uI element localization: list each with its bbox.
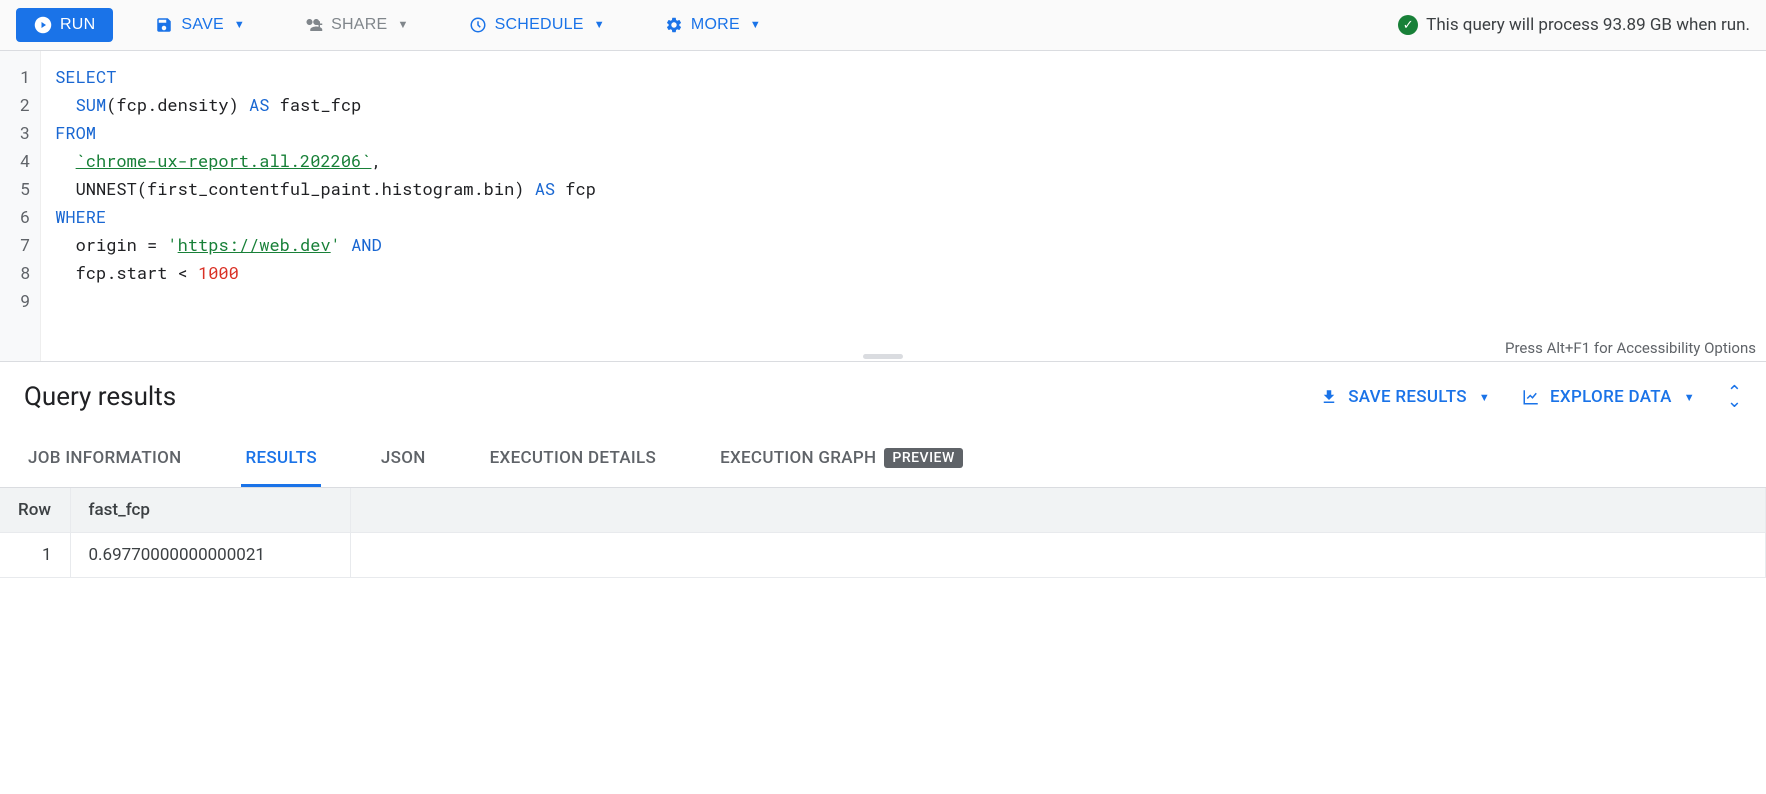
- results-header: Query results SAVE RESULTS ▼ EXPLORE DAT…: [0, 362, 1766, 432]
- save-label: SAVE: [181, 16, 224, 34]
- accessibility-hint: Press Alt+F1 for Accessibility Options: [1505, 339, 1756, 357]
- download-icon: [1320, 388, 1338, 406]
- tab-results[interactable]: RESULTS: [241, 432, 320, 487]
- expand-collapse-button[interactable]: ⌃ ⌄: [1727, 388, 1742, 406]
- header-row: Row: [0, 488, 70, 533]
- dropdown-icon: ▼: [1479, 391, 1490, 404]
- chart-icon: [1522, 388, 1540, 406]
- tab-execution-details[interactable]: EXECUTION DETAILS: [486, 432, 660, 487]
- save-icon: [155, 16, 173, 34]
- explore-data-button[interactable]: EXPLORE DATA ▼: [1522, 387, 1695, 407]
- status-text: This query will process 93.89 GB when ru…: [1426, 15, 1750, 35]
- save-results-button[interactable]: SAVE RESULTS ▼: [1320, 387, 1490, 407]
- line-gutter: 123456789: [0, 51, 41, 361]
- code-area[interactable]: SELECT SUM(fcp.density) AS fast_fcp FROM…: [41, 51, 1766, 361]
- dropdown-icon: ▼: [750, 19, 761, 31]
- results-tabs: JOB INFORMATION RESULTS JSON EXECUTION D…: [0, 432, 1766, 488]
- header-fast-fcp: fast_fcp: [70, 488, 350, 533]
- tab-job-information[interactable]: JOB INFORMATION: [24, 432, 185, 487]
- save-button[interactable]: SAVE ▼: [137, 8, 263, 42]
- tab-execution-graph-label: EXECUTION GRAPH: [720, 448, 876, 468]
- gear-icon: [665, 16, 683, 34]
- tab-json[interactable]: JSON: [377, 432, 430, 487]
- more-label: MORE: [691, 16, 740, 34]
- dropdown-icon: ▼: [594, 19, 605, 31]
- tab-execution-graph[interactable]: EXECUTION GRAPH PREVIEW: [716, 432, 967, 487]
- header-empty: [350, 488, 1766, 533]
- dropdown-icon: ▼: [397, 19, 408, 31]
- results-title: Query results: [24, 382, 176, 412]
- table-row[interactable]: 10.69770000000000021: [0, 533, 1766, 578]
- run-button[interactable]: RUN: [16, 8, 113, 42]
- schedule-icon: [469, 16, 487, 34]
- table-header-row: Row fast_fcp: [0, 488, 1766, 533]
- dropdown-icon: ▼: [1684, 391, 1695, 404]
- cell-empty: [350, 533, 1766, 578]
- dropdown-icon: ▼: [234, 19, 245, 31]
- sql-editor[interactable]: 123456789 SELECT SUM(fcp.density) AS fas…: [0, 51, 1766, 361]
- run-label: RUN: [60, 16, 95, 34]
- schedule-button[interactable]: SCHEDULE ▼: [451, 8, 623, 42]
- more-button[interactable]: MORE ▼: [647, 8, 779, 42]
- share-icon: [305, 16, 323, 34]
- resize-handle[interactable]: [863, 354, 903, 359]
- cell-row-number: 1: [0, 533, 70, 578]
- query-toolbar: RUN SAVE ▼ SHARE ▼ SCHEDULE ▼ MORE ▼ ✓ T…: [0, 0, 1766, 51]
- explore-data-label: EXPLORE DATA: [1550, 387, 1672, 407]
- share-label: SHARE: [331, 16, 387, 34]
- results-table: Row fast_fcp 10.69770000000000021: [0, 488, 1766, 578]
- query-status: ✓ This query will process 93.89 GB when …: [1398, 15, 1750, 35]
- play-icon: [34, 16, 52, 34]
- share-button[interactable]: SHARE ▼: [287, 8, 427, 42]
- schedule-label: SCHEDULE: [495, 16, 584, 34]
- chevron-down-icon: ⌄: [1727, 397, 1742, 406]
- check-icon: ✓: [1398, 15, 1418, 35]
- cell-fast-fcp: 0.69770000000000021: [70, 533, 350, 578]
- save-results-label: SAVE RESULTS: [1348, 387, 1467, 407]
- preview-badge: PREVIEW: [884, 448, 962, 468]
